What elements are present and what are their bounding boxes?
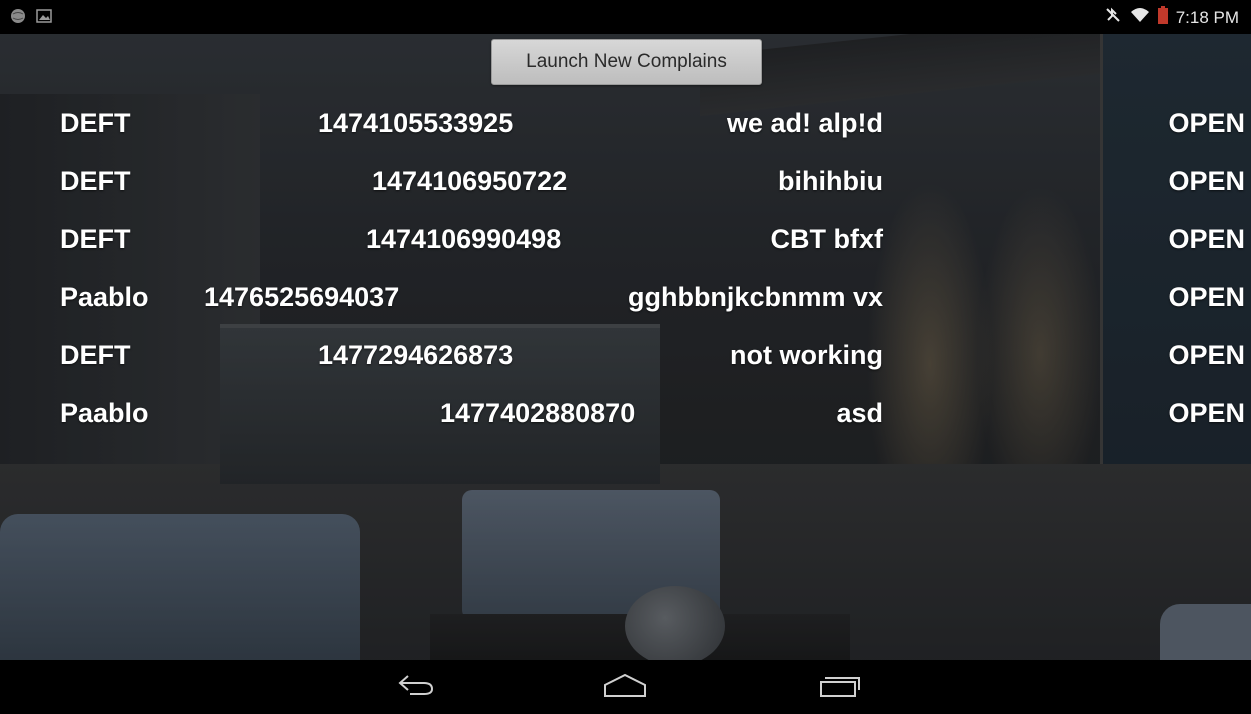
complaint-row[interactable]: DEFT 1474105533925 we ad! alp!d OPEN xyxy=(0,96,1251,154)
complaint-status: OPEN xyxy=(1168,166,1245,196)
complaint-status: OPEN xyxy=(1168,398,1245,428)
complaint-status: OPEN xyxy=(1168,340,1245,370)
complaint-name: DEFT xyxy=(60,166,131,196)
recent-apps-button[interactable] xyxy=(814,672,864,702)
complaint-id: 1474106950722 xyxy=(372,166,568,196)
complaint-description: gghbbnjkcbnmm vx xyxy=(627,282,883,312)
complaint-row[interactable]: DEFT 1474106990498 CBT bfxf OPEN xyxy=(0,212,1251,270)
complaint-description: bihihbiu xyxy=(778,166,883,196)
status-time: 7:18 PM xyxy=(1175,7,1239,27)
recent-apps-icon xyxy=(815,672,863,703)
status-left-icons xyxy=(10,8,52,29)
complaint-status: OPEN xyxy=(1168,282,1245,312)
complaint-row[interactable]: Paablo 1476525694037 gghbbnjkcbnmm vx OP… xyxy=(0,270,1251,328)
complaint-description: not working xyxy=(730,340,883,370)
complaint-row[interactable]: Paablo 1477402880870 asd OPEN xyxy=(0,386,1251,444)
complaint-name: Paablo xyxy=(60,282,149,312)
complaint-name: DEFT xyxy=(60,108,131,138)
battery-icon xyxy=(1157,6,1168,29)
complaints-list: DEFT 1474105533925 we ad! alp!d OPEN DEF… xyxy=(0,96,1251,444)
complaint-row[interactable]: DEFT 1477294626873 not working OPEN xyxy=(0,328,1251,386)
wifi-icon xyxy=(1130,7,1150,28)
complaint-description: asd xyxy=(836,398,883,428)
complaint-name: DEFT xyxy=(60,340,131,370)
complaint-id: 1476525694037 xyxy=(204,282,400,312)
complaint-description: we ad! alp!d xyxy=(726,108,883,138)
complaint-id: 1474106990498 xyxy=(366,224,562,254)
main-area: Launch New Complains DEFT 1474105533925 … xyxy=(0,34,1251,660)
launch-new-complains-button[interactable]: Launch New Complains xyxy=(491,39,762,85)
status-bar: 7:18 PM xyxy=(0,0,1251,34)
complaint-status: OPEN xyxy=(1168,224,1245,254)
complaint-row[interactable]: DEFT 1474106950722 bihihbiu OPEN xyxy=(0,154,1251,212)
complaint-id: 1477402880870 xyxy=(440,398,636,428)
back-icon xyxy=(394,672,438,703)
complaint-status: OPEN xyxy=(1168,108,1245,138)
mute-icon xyxy=(1104,6,1122,29)
complaint-id: 1477294626873 xyxy=(318,340,514,370)
image-icon xyxy=(36,9,52,28)
home-button[interactable] xyxy=(600,672,650,702)
back-button[interactable] xyxy=(391,672,441,702)
navigation-bar xyxy=(0,660,1251,714)
home-icon xyxy=(601,672,649,703)
status-right-icons: 7:18 PM xyxy=(1104,6,1239,29)
complaint-name: Paablo xyxy=(60,398,149,428)
globe-icon xyxy=(10,8,26,29)
complaint-name: DEFT xyxy=(60,224,131,254)
complaint-description: CBT bfxf xyxy=(770,224,883,254)
complaint-id: 1474105533925 xyxy=(318,108,514,138)
